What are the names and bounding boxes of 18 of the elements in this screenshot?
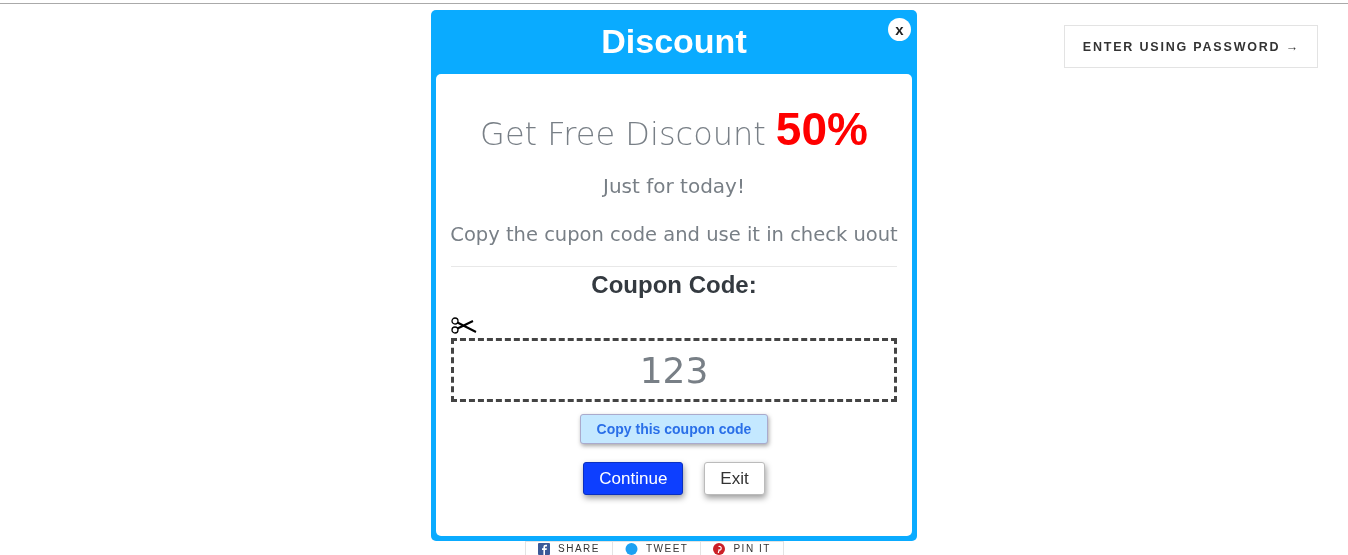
exit-button[interactable]: Exit: [704, 462, 765, 495]
scissors-icon: [451, 317, 477, 335]
coupon-label: Coupon Code:: [591, 271, 757, 299]
share-button[interactable]: TWEET: [611, 541, 702, 555]
close-button[interactable]: x: [888, 18, 911, 41]
instruction-text: Copy the cupon code and use it in check uout: [450, 223, 898, 246]
password-button[interactable]: ENTER USING PASSWORD →: [1063, 25, 1318, 68]
dialog-title: Discount: [601, 21, 747, 62]
share-button[interactable]: SHARE: [525, 541, 613, 555]
continue-button[interactable]: Continue: [583, 462, 684, 495]
facebook-icon: [538, 542, 550, 555]
subtitle: Just for today!: [603, 174, 745, 198]
pinterest-icon: [713, 542, 726, 555]
copy-button[interactable]: Copy this coupon code: [579, 414, 769, 444]
share-button[interactable]: PIN IT: [700, 541, 784, 555]
discount-percent: 50%: [775, 102, 868, 156]
headline: Get Free Discount: [480, 115, 766, 153]
coupon-code: 123: [451, 338, 897, 402]
